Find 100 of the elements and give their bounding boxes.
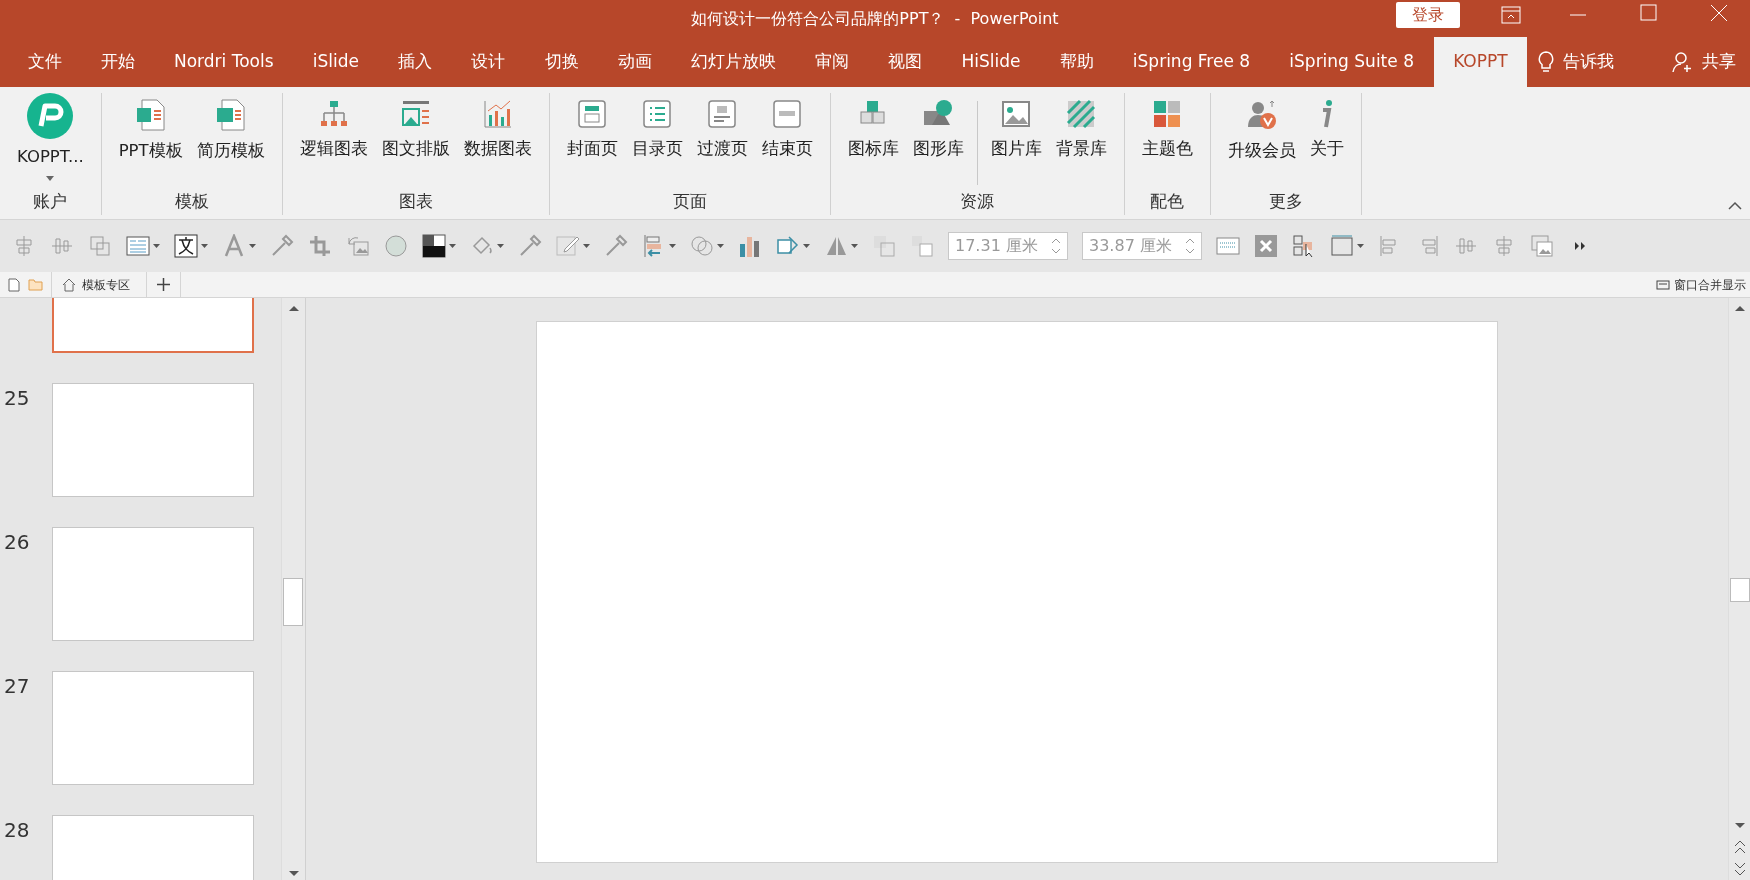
ribbon-button[interactable]: 背景库 [1048, 93, 1114, 162]
eyedropper-icon[interactable] [604, 234, 628, 258]
bar-chart-icon [482, 99, 513, 129]
textbox-icon[interactable] [126, 234, 160, 258]
eyedropper-icon[interactable] [518, 234, 542, 258]
images-icon[interactable] [1530, 234, 1554, 258]
info-icon [1320, 99, 1334, 129]
document-icon [135, 99, 166, 131]
scroll-up-icon[interactable] [1734, 304, 1746, 312]
crop-icon[interactable] [308, 234, 332, 258]
ribbon-button[interactable]: 图文排版 [374, 93, 457, 162]
ribbon-button[interactable]: 过渡页 [689, 93, 755, 162]
ribbon-tab[interactable]: 插入 [378, 37, 452, 87]
scrollbar[interactable] [281, 298, 305, 880]
ribbon-tab[interactable]: KOPPT [1433, 37, 1528, 87]
ribbon-button[interactable]: 结束页 [754, 93, 820, 162]
share-button[interactable]: 共享 [1672, 37, 1736, 87]
pencil-icon[interactable] [556, 234, 590, 258]
delete-icon[interactable] [1254, 234, 1278, 258]
ribbon-display-icon[interactable] [1500, 4, 1522, 26]
group-label: 资源 [959, 191, 996, 214]
format-painter-icon[interactable] [642, 234, 676, 258]
group-label: 图表 [397, 191, 434, 214]
ribbon-tab[interactable]: 文件 [8, 37, 82, 87]
ribbon-button[interactable]: 主题色 [1134, 93, 1200, 162]
merge-window-button[interactable]: 窗口合并显示 [1646, 272, 1750, 297]
ribbon-button[interactable]: 简历模板 [189, 93, 272, 164]
fill-color-icon[interactable] [422, 234, 456, 258]
hierarchy-icon [318, 99, 349, 129]
ribbon-button[interactable]: 关于 [1302, 93, 1351, 162]
minimize-icon[interactable] [1570, 14, 1586, 18]
dropdown-caret-icon [46, 175, 55, 181]
ribbon-button[interactable]: 图标库 [840, 93, 906, 162]
spinner-icon[interactable] [1051, 237, 1061, 255]
slide-number: 25 [3, 385, 31, 412]
ribbon-button[interactable]: 升级会员 [1220, 93, 1303, 164]
ribbon-tab[interactable]: 幻灯片放映 [671, 37, 796, 87]
maximize-icon[interactable] [1640, 4, 1658, 22]
scrollbar[interactable] [1728, 298, 1750, 880]
ribbon-button[interactable]: 图形库 [905, 93, 971, 162]
scroll-up-icon[interactable] [288, 304, 300, 312]
spinner-icon[interactable] [1185, 237, 1195, 255]
next-slide-icon[interactable] [1734, 862, 1746, 876]
ribbon-tab[interactable]: 开始 [81, 37, 155, 87]
font-color-icon[interactable] [222, 234, 256, 258]
slide-thumbnail[interactable] [52, 527, 254, 641]
ribbon-tab[interactable]: 视图 [868, 37, 942, 87]
ribbon-button[interactable]: 目录页 [624, 93, 690, 162]
group-label: 页面 [671, 191, 708, 214]
frame-icon[interactable] [1330, 234, 1364, 258]
login-button[interactable]: 登录 [1396, 2, 1460, 28]
ribbon-button[interactable]: 图片库 [983, 93, 1049, 162]
ribbon-tab[interactable]: 设计 [451, 37, 525, 87]
textbox-icon[interactable] [1216, 234, 1240, 258]
window-icon [1656, 279, 1670, 290]
ribbon-tab[interactable]: 动画 [598, 37, 672, 87]
document-icon [215, 99, 246, 131]
list-icon [642, 99, 673, 129]
eyedropper-icon[interactable] [270, 234, 294, 258]
group-icon[interactable] [88, 234, 112, 258]
text-direction-icon[interactable] [174, 234, 208, 258]
ribbon-tab[interactable]: 切换 [524, 37, 599, 87]
ribbon-button[interactable]: 数据图表 [456, 93, 539, 162]
ribbon-tab[interactable]: iSpring Suite 8 [1269, 37, 1434, 87]
lightbulb-icon [1537, 50, 1556, 74]
color-palette-icon [1152, 99, 1183, 129]
size-field[interactable]: 33.87 厘米 [1082, 232, 1202, 260]
ribbon-button[interactable]: KOPPT... [10, 93, 91, 189]
ribbon-button[interactable]: PPT模板 [111, 93, 190, 164]
slide-number: 28 [3, 817, 31, 844]
document-tab[interactable]: 模板专区 [52, 272, 147, 297]
slide-thumbnail[interactable] [52, 383, 254, 497]
ribbon-tab[interactable]: HiSlide [941, 37, 1041, 87]
group-label: 模板 [173, 191, 210, 214]
bar-chart-icon[interactable] [738, 234, 762, 258]
user-add-icon [1672, 51, 1694, 73]
overlap-circles-icon[interactable] [690, 234, 724, 258]
circle-icon[interactable] [384, 234, 408, 258]
slide-thumbnail[interactable] [52, 671, 254, 785]
send-backward-icon[interactable] [910, 234, 934, 258]
ribbon-tab[interactable]: 审阅 [795, 37, 869, 87]
ribbon-tab[interactable]: Nordri Tools [154, 37, 294, 87]
scroll-down-icon[interactable] [288, 870, 300, 878]
bring-forward-icon[interactable] [872, 234, 896, 258]
collapse-icon[interactable] [1728, 201, 1742, 211]
ribbon-button[interactable]: 封面页 [559, 93, 625, 162]
tell-me-button[interactable]: 告诉我 [1537, 37, 1615, 87]
ribbon-tab[interactable]: iSlide [293, 37, 379, 87]
size-field[interactable]: 17.31 厘米 [948, 232, 1068, 260]
scroll-thumb[interactable] [283, 578, 303, 626]
ribbon-tab[interactable]: iSpring Free 8 [1113, 37, 1270, 87]
image-icon [1001, 99, 1032, 129]
ribbon-tab[interactable]: 帮助 [1040, 37, 1114, 87]
previous-slide-icon[interactable] [1734, 840, 1746, 854]
ribbon-button[interactable]: 逻辑图表 [292, 93, 375, 162]
scroll-down-icon[interactable] [1734, 822, 1746, 830]
scroll-thumb[interactable] [1730, 578, 1750, 602]
replace-image-icon[interactable] [346, 234, 370, 258]
close-icon[interactable] [1710, 4, 1728, 22]
slide-number: 27 [3, 673, 31, 700]
